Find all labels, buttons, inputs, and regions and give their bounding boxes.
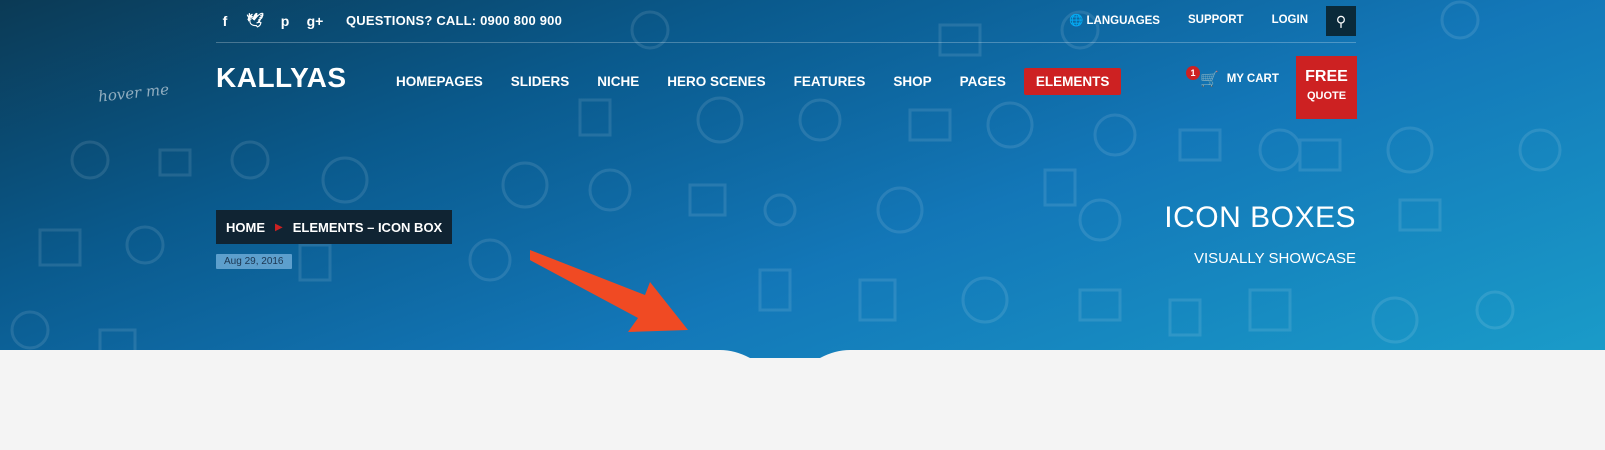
free-label: FREE	[1305, 68, 1348, 85]
nav-niche[interactable]: NICHE	[583, 68, 653, 95]
main-nav: HOMEPAGES SLIDERS NICHE HERO SCENES FEAT…	[382, 68, 1122, 95]
top-links: 🌐 LANGUAGES SUPPORT LOGIN	[1069, 13, 1308, 27]
nav-sliders[interactable]: SLIDERS	[497, 68, 584, 95]
login-link[interactable]: LOGIN	[1272, 14, 1308, 26]
page-subtitle: VISUALLY SHOWCASE	[1194, 250, 1356, 267]
facebook-icon[interactable]: f	[216, 13, 234, 29]
google-plus-icon[interactable]: g+	[306, 13, 324, 29]
breadcrumb-current: ELEMENTS – ICON BOX	[292, 219, 443, 235]
date-badge: Aug 29, 2016	[216, 254, 292, 269]
nav-elements[interactable]: ELEMENTS	[1023, 68, 1122, 95]
nav-hero-scenes[interactable]: HERO SCENES	[653, 68, 779, 95]
breadcrumb: HOME ▶ ELEMENTS – ICON BOX	[216, 210, 453, 244]
page-title: ICON BOXES	[1164, 201, 1356, 234]
site-logo[interactable]: KALLYAS	[216, 62, 347, 94]
cart-label: MY CART	[1226, 73, 1279, 85]
pinterest-icon[interactable]: p	[276, 13, 294, 29]
breadcrumb-separator-icon: ▶	[275, 221, 283, 233]
globe-icon: 🌐	[1069, 15, 1084, 27]
hero-icon-pattern	[10, 0, 1562, 358]
hero-notch	[0, 350, 1605, 380]
quote-label: QUOTE	[1306, 90, 1347, 102]
annotation-arrow-icon	[530, 250, 688, 332]
nav-shop[interactable]: SHOP	[879, 68, 945, 95]
nav-pages[interactable]: PAGES	[946, 68, 1020, 95]
free-quote-button[interactable]: FREE QUOTE	[1296, 56, 1357, 119]
social-links: f 🕊 p g+	[216, 12, 324, 29]
cart-count-badge: 1	[1186, 66, 1200, 80]
languages-label: LANGUAGES	[1086, 15, 1160, 27]
search-button[interactable]: ⚲	[1326, 6, 1356, 36]
languages-link[interactable]: 🌐 LANGUAGES	[1069, 13, 1160, 27]
phone-info: QUESTIONS? CALL: 0900 800 900	[346, 13, 563, 28]
topbar-divider	[216, 42, 1356, 43]
nav-features[interactable]: FEATURES	[780, 68, 880, 95]
cart-button[interactable]: 1 🛒 MY CART	[1186, 66, 1279, 88]
support-link[interactable]: SUPPORT	[1188, 14, 1244, 26]
nav-homepages[interactable]: HOMEPAGES	[382, 68, 497, 95]
breadcrumb-home[interactable]: HOME	[226, 220, 265, 235]
search-icon: ⚲	[1335, 12, 1347, 29]
cart-icon: 🛒	[1200, 71, 1219, 88]
top-bar: f 🕊 p g+ QUESTIONS? CALL: 0900 800 900 🌐…	[216, 6, 1356, 42]
twitter-icon[interactable]: 🕊	[246, 12, 264, 29]
hero-section	[0, 0, 1605, 358]
